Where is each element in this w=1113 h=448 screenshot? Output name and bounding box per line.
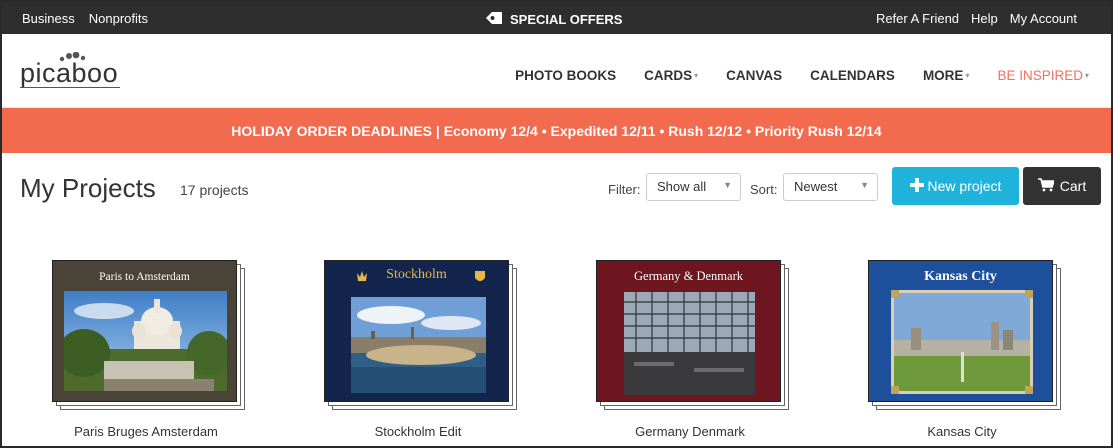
cover-photo xyxy=(624,292,755,395)
project-name[interactable]: Germany Denmark xyxy=(590,424,790,439)
sort-select[interactable]: Newest ▼ xyxy=(783,173,878,201)
project-thumbnail[interactable]: Kansas City xyxy=(868,260,1061,410)
cart-icon xyxy=(1037,177,1055,195)
sort-label: Sort: xyxy=(750,182,778,197)
nav-more[interactable]: MORE ▾ xyxy=(923,68,970,83)
business-link[interactable]: Business xyxy=(22,11,75,26)
tag-icon xyxy=(484,10,504,29)
cover-title: Kansas City xyxy=(924,269,997,284)
special-offers-label: SPECIAL OFFERS xyxy=(510,12,623,27)
top-utility-bar: Business Nonprofits SPECIAL OFFERS Refer… xyxy=(2,2,1111,34)
nav-be-inspired-label: BE INSPIRED xyxy=(997,68,1083,83)
help-link[interactable]: Help xyxy=(971,11,998,26)
nav-photo-books[interactable]: PHOTO BOOKS xyxy=(515,68,616,83)
project-name[interactable]: Kansas City xyxy=(862,424,1062,439)
nav-canvas-label: CANVAS xyxy=(726,68,783,83)
my-account-link[interactable]: My Account xyxy=(1010,11,1077,26)
project-name[interactable]: Paris Bruges Amsterdam xyxy=(46,424,246,439)
sort-value: Newest xyxy=(794,179,838,194)
cover-photo xyxy=(891,290,1033,394)
filter-select[interactable]: Show all ▼ xyxy=(646,173,741,201)
page-title: My Projects xyxy=(20,173,156,203)
top-right-links: Refer A Friend Help My Account xyxy=(876,11,1077,26)
nav-be-inspired[interactable]: BE INSPIRED ▾ xyxy=(997,68,1089,83)
main-nav: picaboo PHOTO BOOKS CARDS ▾ CANVAS CALEND… xyxy=(2,34,1111,108)
nav-canvas[interactable]: CANVAS xyxy=(726,68,782,83)
project-thumbnail[interactable]: Germany & Denmark xyxy=(596,260,789,410)
crowns-emblem-icon xyxy=(357,271,367,281)
filter-label: Filter: xyxy=(608,182,641,197)
cover-title: Paris to Amsterdam xyxy=(99,271,190,283)
chevron-down-icon: ▾ xyxy=(694,71,699,80)
nav-cards-label: CARDS xyxy=(644,68,693,83)
holiday-deadline-banner[interactable]: HOLIDAY ORDER DEADLINES | Economy 12/4 •… xyxy=(2,108,1111,153)
nav-cards[interactable]: CARDS ▾ xyxy=(644,68,698,83)
cover-photo xyxy=(64,291,227,391)
chevron-down-icon: ▾ xyxy=(1084,71,1089,80)
project-count: 17 projects xyxy=(180,182,249,198)
dropdown-arrow-icon: ▼ xyxy=(723,180,732,190)
new-project-button[interactable]: New project xyxy=(892,167,1019,205)
book-cover: Stockholm xyxy=(324,260,509,402)
page-frame: Business Nonprofits SPECIAL OFFERS Refer… xyxy=(0,0,1113,448)
new-project-label: New project xyxy=(927,178,1002,194)
refer-a-friend-link[interactable]: Refer A Friend xyxy=(876,11,959,26)
book-cover: Paris to Amsterdam xyxy=(52,260,237,402)
logo-wordmark: picaboo xyxy=(20,58,119,88)
special-offers-link[interactable]: SPECIAL OFFERS xyxy=(484,10,622,29)
chevron-down-icon: ▾ xyxy=(965,71,970,80)
book-cover: Germany & Denmark xyxy=(596,260,781,402)
nav-photo-books-label: PHOTO BOOKS xyxy=(515,68,617,83)
project-name[interactable]: Stockholm Edit xyxy=(318,424,518,439)
plus-icon xyxy=(909,177,924,195)
cover-title: Germany & Denmark xyxy=(634,269,743,283)
nav-menu: PHOTO BOOKS CARDS ▾ CANVAS CALENDARS MORE… xyxy=(515,68,1089,83)
project-thumbnail[interactable]: Stockholm xyxy=(324,260,517,410)
projects-header: My Projects 17 projects Filter: Show all… xyxy=(2,153,1111,223)
nav-calendars-label: CALENDARS xyxy=(810,68,895,83)
nonprofits-link[interactable]: Nonprofits xyxy=(89,11,148,26)
banner-text: HOLIDAY ORDER DEADLINES | Economy 12/4 •… xyxy=(231,122,882,139)
picaboo-logo[interactable]: picaboo xyxy=(18,52,128,88)
book-cover: Kansas City xyxy=(868,260,1053,402)
nav-calendars[interactable]: CALENDARS xyxy=(810,68,895,83)
filter-value: Show all xyxy=(657,179,707,194)
cover-photo xyxy=(351,297,486,393)
logo-underline xyxy=(20,87,120,88)
cart-label: Cart xyxy=(1059,178,1087,194)
dropdown-arrow-icon: ▼ xyxy=(860,180,869,190)
project-thumbnail[interactable]: Paris to Amsterdam xyxy=(52,260,245,410)
coat-of-arms-icon xyxy=(475,271,485,281)
cart-button[interactable]: Cart xyxy=(1023,167,1101,205)
nav-more-label: MORE xyxy=(922,68,964,83)
top-left-links: Business Nonprofits xyxy=(22,11,148,26)
